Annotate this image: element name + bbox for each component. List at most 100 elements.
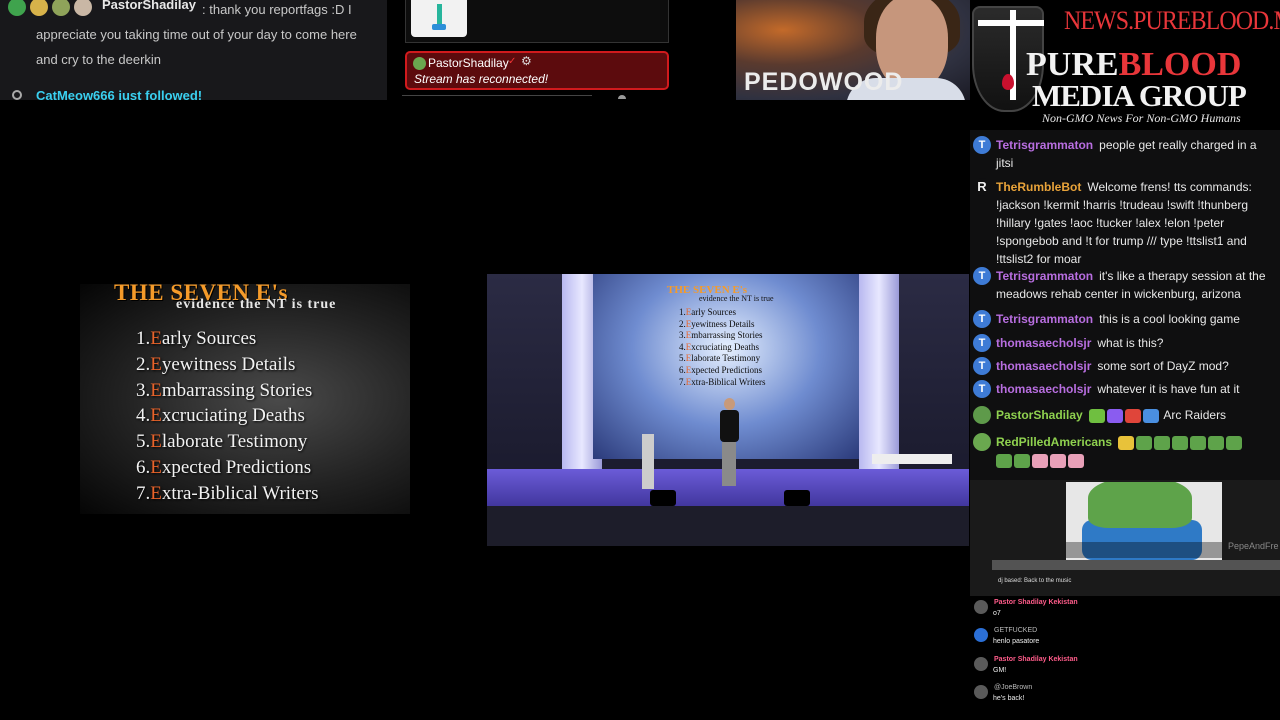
scroll-handle[interactable] (618, 95, 626, 99)
emote-icon (1032, 453, 1048, 468)
avatar (974, 600, 988, 614)
now-playing-text: dj based: Back to the music (998, 578, 1072, 584)
speaker (784, 490, 810, 506)
user-icon (12, 90, 22, 100)
follow-alert: CatMeow666 just followed! (36, 88, 203, 100)
slide-item: 5.Elaborate Testimony (679, 353, 761, 364)
badge-icon (8, 0, 26, 16)
emote-icon (1208, 435, 1225, 450)
pureblood-logo: NEWS.PUREBLOOD.MEDIA PUREBLOOD MEDIA GRO… (970, 0, 1280, 130)
avatar (974, 685, 988, 699)
slide-item: 6.Expected Predictions (679, 364, 762, 375)
podium (642, 434, 654, 489)
chat-username[interactable]: PastorShadilay (996, 408, 1083, 422)
emote-icon (1142, 408, 1159, 423)
avatar: T (973, 357, 991, 375)
chat-username[interactable]: thomasaecholsjr (996, 336, 1091, 350)
slide-item: 1.Early Sources (679, 307, 736, 317)
chat-text: what is this? (1097, 336, 1164, 350)
speaker (650, 490, 676, 506)
right-chat-panel: T Tetrisgrammaton people get really charge… (970, 130, 1280, 480)
presenter (719, 398, 739, 488)
avatar: R (973, 178, 991, 196)
slide-screen: THE SEVEN E's evidence the NT is true 1.… (0, 274, 478, 548)
embed-caption: PepeAndFre (1228, 541, 1279, 551)
chat-username[interactable]: RedPilledAmericans (996, 435, 1112, 449)
chat-text: this is a cool looking game (1099, 312, 1240, 326)
emote-icon (1106, 408, 1123, 423)
chat-username[interactable]: @JoeBrown (994, 684, 1032, 691)
chat-username[interactable]: thomasaecholsjr (996, 359, 1091, 373)
logo-url: NEWS.PUREBLOOD.MEDIA (1064, 6, 1280, 35)
player-controls (1066, 542, 1222, 558)
gear-icon[interactable]: ⚙ (521, 54, 532, 68)
chat-text: o7 (993, 610, 1001, 617)
chat-username[interactable]: Tetrisgrammaton (996, 269, 1093, 283)
avatar (973, 406, 991, 424)
emote-icon (1154, 435, 1171, 450)
chat-username[interactable]: GETFUCKED (994, 627, 1037, 634)
chat-username[interactable]: TheRumbleBot (996, 180, 1081, 194)
chat-username[interactable]: Tetrisgrammaton (996, 312, 1093, 326)
stage-column (859, 274, 899, 474)
reconnect-text: Stream has reconnected! (414, 72, 549, 86)
divider (402, 95, 592, 96)
chat-username[interactable]: Tetrisgrammaton (996, 138, 1093, 152)
emote-icon (1124, 408, 1141, 423)
alert-thumbnail (411, 0, 467, 37)
chat-username[interactable]: Pastor Shadilay Kekistan (994, 656, 1078, 663)
pepe-image[interactable] (1066, 482, 1222, 560)
emote-icon (996, 453, 1012, 468)
chat-username[interactable]: Pastor Shadilay Kekistan (994, 599, 1078, 606)
avatar: T (973, 310, 991, 328)
avatar (973, 433, 991, 451)
slide-subtitle: evidence the NT is true (176, 297, 337, 312)
chat-username[interactable]: thomasaecholsjr (996, 382, 1091, 396)
slide-item: 4.Excruciating Deaths (679, 341, 759, 352)
avatar (974, 628, 988, 642)
avatar: T (973, 334, 991, 352)
avatar (974, 657, 988, 671)
stage-camera-video: THE SEVEN E's evidence the NT is true 1.… (487, 274, 969, 546)
webcam-video: PEDOWOOD (736, 0, 970, 100)
emote-icon (1226, 435, 1243, 450)
emote-icon (1088, 408, 1105, 423)
slide-item: 7.Extra-Biblical Writers (136, 482, 319, 504)
slide-item: 3.Embarrassing Stories (679, 330, 763, 341)
chat-text: Arc Raiders (1163, 408, 1227, 422)
slide-item: 7.Extra-Biblical Writers (679, 376, 766, 387)
slide-item: 5.Elaborate Testimony (136, 431, 308, 453)
slide-item: 6.Expected Predictions (136, 456, 312, 478)
avatar (413, 57, 426, 70)
reconnect-username[interactable]: PastorShadilay (428, 56, 509, 70)
top-chat-panel: PastorShadilay : thank you reportfags :D… (0, 0, 387, 100)
slide-item: 1.Early Sources (136, 328, 257, 349)
keyboard (872, 454, 952, 464)
seek-bar[interactable] (992, 560, 1280, 570)
bottom-chat-panel: Pastor Shadilay Kekistan o7 GETFUCKED henlo… (970, 596, 1280, 720)
logo-line2: MEDIA GROUP (1032, 78, 1247, 113)
emote-icon (1136, 435, 1153, 450)
emote-icon (1172, 435, 1189, 450)
verified-icon: ✓ (508, 56, 517, 67)
reconnect-message: PastorShadilay ✓ ⚙ Stream has reconnecte… (405, 51, 669, 90)
slide-item: 2.Eyewitness Details (679, 318, 755, 329)
emote-icon (1050, 453, 1066, 468)
avatar: T (973, 380, 991, 398)
projected-subtitle: evidence the NT is true (699, 294, 774, 303)
chat-text: henlo pasatore (993, 638, 1040, 645)
projected-list: 1.Early Sources 2.Eyewitness Details 3.Emb… (679, 307, 765, 388)
chat-text: he's back! (993, 695, 1025, 702)
slide-item: 3.Embarrassing Stories (136, 379, 313, 401)
emote-icon (1068, 453, 1084, 468)
chat-text: GM! (993, 667, 1007, 674)
slide-item: 2.Eyewitness Details (136, 353, 296, 375)
emote-icon (1118, 435, 1135, 450)
chat-text: whatever it is have fun at it (1097, 382, 1240, 396)
slide-list: 1.Early Sources 2.Eyewitness Details 3.Emb… (136, 326, 319, 507)
plant-icon (437, 4, 442, 26)
avatar: T (973, 136, 991, 154)
avatar: T (973, 267, 991, 285)
chat-text: some sort of DayZ mod? (1097, 359, 1229, 373)
video-overlay-text: PEDOWOOD (744, 68, 904, 96)
